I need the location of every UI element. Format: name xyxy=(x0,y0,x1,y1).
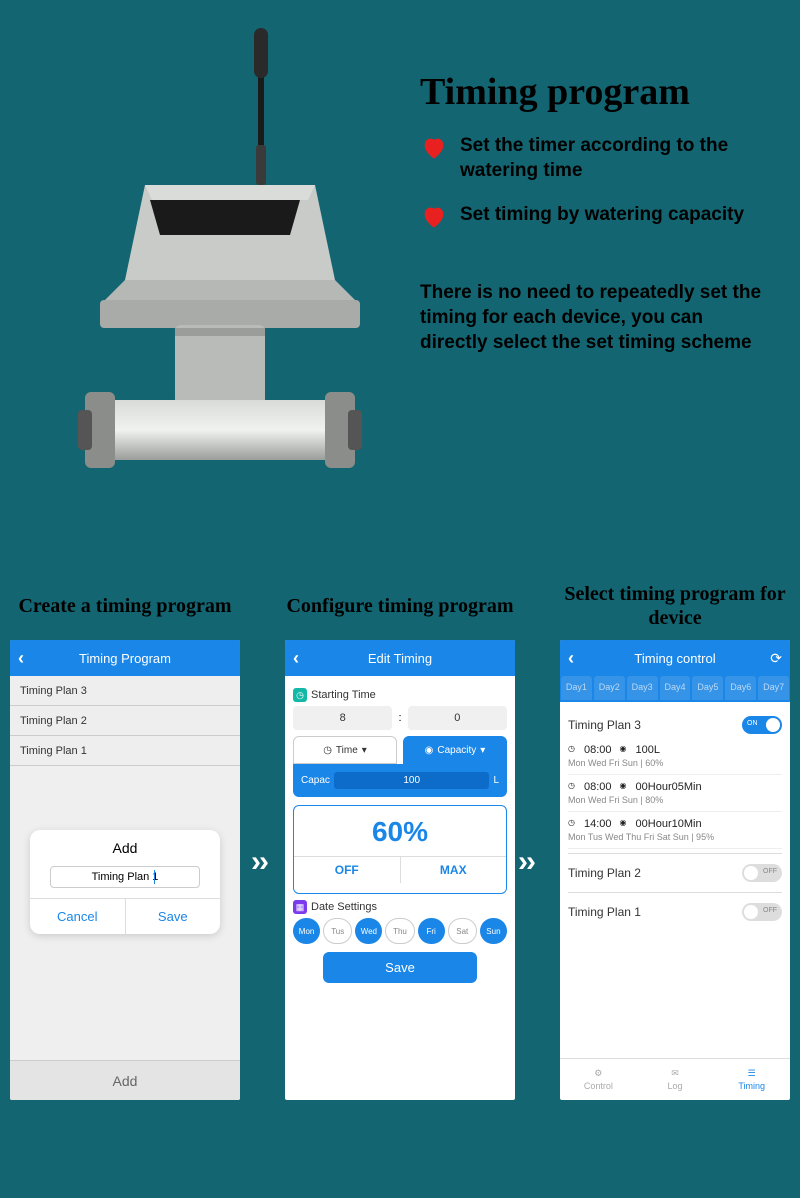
clock-icon: ◷ xyxy=(568,744,580,756)
navbar-title: Timing control xyxy=(634,651,715,666)
plan3-title: Timing Plan 3 xyxy=(568,718,641,732)
screen2-title: Configure timing program xyxy=(285,582,515,630)
max-button[interactable]: MAX xyxy=(401,857,507,883)
add-button[interactable]: Add xyxy=(10,1060,240,1100)
plan2-title: Timing Plan 2 xyxy=(568,866,641,880)
capacity-unit: L xyxy=(493,775,499,786)
device-illustration xyxy=(30,20,400,490)
clock-icon: ◷ xyxy=(323,745,332,756)
gauge: 60% OFF MAX xyxy=(293,805,507,894)
day-chip-wed[interactable]: Wed xyxy=(355,918,382,944)
capacity-input[interactable]: 100 xyxy=(334,772,490,789)
capacity-icon: ◉ xyxy=(425,745,434,756)
bullet-2-text: Set timing by watering capacity xyxy=(460,203,744,228)
nav-timing[interactable]: ☰Timing xyxy=(713,1059,790,1100)
nav-control[interactable]: ⚙Control xyxy=(560,1059,637,1100)
starting-time-label: Starting Time xyxy=(311,689,376,701)
page-title: Timing program xyxy=(420,70,780,114)
bullet-2: Set timing by watering capacity xyxy=(420,203,780,231)
navbar: ‹ Timing Program xyxy=(10,640,240,676)
daytab-2[interactable]: Day2 xyxy=(594,676,625,700)
back-icon[interactable]: ‹ xyxy=(568,648,574,669)
clock-icon: ◷ xyxy=(568,781,580,793)
clock-icon: ◷ xyxy=(568,818,580,830)
minute-input[interactable]: 0 xyxy=(408,706,507,730)
screen1-title: Create a timing program xyxy=(10,582,240,630)
day-chip-fri[interactable]: Fri xyxy=(418,918,445,944)
time-icon: ◉ xyxy=(620,818,632,830)
daytab-4[interactable]: Day4 xyxy=(660,676,691,700)
daytab-3[interactable]: Day3 xyxy=(627,676,658,700)
time-icon: ◉ xyxy=(620,781,632,793)
screen1-phone: ‹ Timing Program Timing Plan 3 Timing Pl… xyxy=(10,640,240,1100)
back-icon[interactable]: ‹ xyxy=(293,648,299,669)
nav-log[interactable]: ✉Log xyxy=(637,1059,714,1100)
save-button[interactable]: Save xyxy=(323,952,477,983)
tab-capacity[interactable]: ◉Capacity▾ xyxy=(403,736,507,764)
calendar-icon: ▦ xyxy=(293,900,307,914)
bottom-nav: ⚙Control ✉Log ☰Timing xyxy=(560,1058,790,1100)
chevron-down-icon: ▾ xyxy=(362,745,367,756)
log-icon: ✉ xyxy=(671,1068,679,1079)
daytab-5[interactable]: Day5 xyxy=(692,676,723,700)
save-button[interactable]: Save xyxy=(126,899,221,934)
day-tabs: Day1 Day2 Day3 Day4 Day5 Day6 Day7 xyxy=(560,676,790,702)
off-button[interactable]: OFF xyxy=(294,857,401,883)
schedule-meta: Mon Wed Fri Sun | 60% xyxy=(568,758,782,775)
back-icon[interactable]: ‹ xyxy=(18,648,24,669)
plan1-toggle[interactable]: OFF xyxy=(742,903,782,921)
plan-row[interactable]: Timing Plan 3 xyxy=(10,676,240,706)
add-plan-modal: Add Timing Plan 1 Cancel Save xyxy=(30,830,220,934)
gauge-value: 60% xyxy=(294,816,506,848)
capacity-label: Capac xyxy=(301,775,330,786)
gear-icon: ⚙ xyxy=(594,1068,602,1079)
date-settings-label: Date Settings xyxy=(311,901,377,913)
plan-name-input[interactable]: Timing Plan 1 xyxy=(50,866,200,888)
description: There is no need to repeatedly set the t… xyxy=(420,281,770,355)
day-chip-sun[interactable]: Sun xyxy=(480,918,507,944)
plan3-toggle[interactable]: ON xyxy=(742,716,782,734)
daytab-6[interactable]: Day6 xyxy=(725,676,756,700)
chevron-down-icon: ▾ xyxy=(480,745,485,756)
day-chip-mon[interactable]: Mon xyxy=(293,918,320,944)
heart-icon xyxy=(420,134,448,162)
day-chip-sat[interactable]: Sat xyxy=(448,918,477,944)
hour-input[interactable]: 8 xyxy=(293,706,392,730)
daytab-7[interactable]: Day7 xyxy=(758,676,789,700)
page-header: Timing program Set the timer according t… xyxy=(420,70,780,355)
screen3-phone: ‹ Timing control ⟳ Day1 Day2 Day3 Day4 D… xyxy=(560,640,790,1100)
schedule-meta: Mon Wed Fri Sun | 80% xyxy=(568,795,782,812)
day-chip-tus[interactable]: Tus xyxy=(323,918,352,944)
screen2-phone: ‹ Edit Timing ◷Starting Time 8 : 0 ◷Time… xyxy=(285,640,515,1100)
modal-title: Add xyxy=(30,830,220,862)
clock-icon: ◷ xyxy=(293,688,307,702)
plan-row[interactable]: Timing Plan 1 xyxy=(10,736,240,766)
bullet-1-text: Set the timer according to the watering … xyxy=(460,134,780,183)
menu-icon: ☰ xyxy=(748,1068,756,1079)
daytab-1[interactable]: Day1 xyxy=(561,676,592,700)
bullet-1: Set the timer according to the watering … xyxy=(420,134,780,183)
plan1-title: Timing Plan 1 xyxy=(568,905,641,919)
day-chip-thu[interactable]: Thu xyxy=(385,918,414,944)
capacity-icon: ◉ xyxy=(620,744,632,756)
navbar-title: Edit Timing xyxy=(368,651,432,666)
capacity-panel: Capac 100 L xyxy=(293,764,507,797)
cancel-button[interactable]: Cancel xyxy=(30,899,126,934)
tab-time[interactable]: ◷Time▾ xyxy=(293,736,397,764)
navbar: ‹ Edit Timing xyxy=(285,640,515,676)
refresh-icon[interactable]: ⟳ xyxy=(770,650,782,667)
plan-row[interactable]: Timing Plan 2 xyxy=(10,706,240,736)
heart-icon xyxy=(420,203,448,231)
screen3-title: Select timing program for device xyxy=(560,582,790,630)
schedule-meta: Mon Tus Wed Thu Fri Sat Sun | 95% xyxy=(568,832,782,849)
navbar: ‹ Timing control ⟳ xyxy=(560,640,790,676)
plan2-toggle[interactable]: OFF xyxy=(742,864,782,882)
navbar-title: Timing Program xyxy=(79,651,171,666)
